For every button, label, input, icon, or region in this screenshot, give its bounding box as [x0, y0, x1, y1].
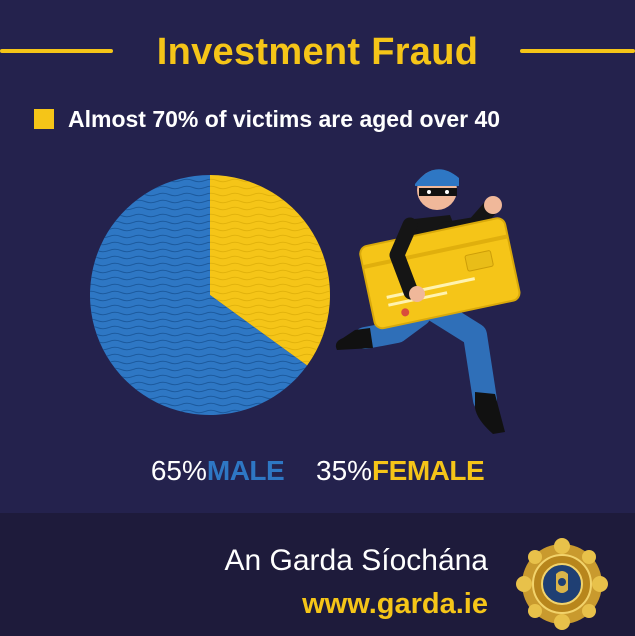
legend-female-label: FEMALE	[372, 455, 485, 486]
chart-legend: 65%MALE 35%FEMALE	[0, 453, 635, 489]
footer: An Garda Síochána www.garda.ie	[0, 513, 635, 636]
org-name: An Garda Síochána	[224, 544, 488, 577]
title-row: Investment Fraud	[0, 28, 635, 80]
headline-text: Almost 70% of victims are aged over 40	[68, 106, 501, 132]
bullet-square-icon	[34, 109, 54, 129]
legend-male-pct: 65%	[150, 455, 207, 486]
legend-female-pct: 35%	[316, 455, 373, 486]
org-url[interactable]: www.garda.ie	[302, 586, 488, 622]
pie-chart	[89, 174, 330, 415]
garda-crest-icon	[516, 538, 608, 630]
thief-with-credit-card-illustration	[335, 169, 521, 434]
headline-row: Almost 70% of victims are aged over 40	[34, 104, 500, 134]
legend-male-label: MALE	[206, 455, 285, 486]
title-rule-right	[520, 49, 635, 53]
